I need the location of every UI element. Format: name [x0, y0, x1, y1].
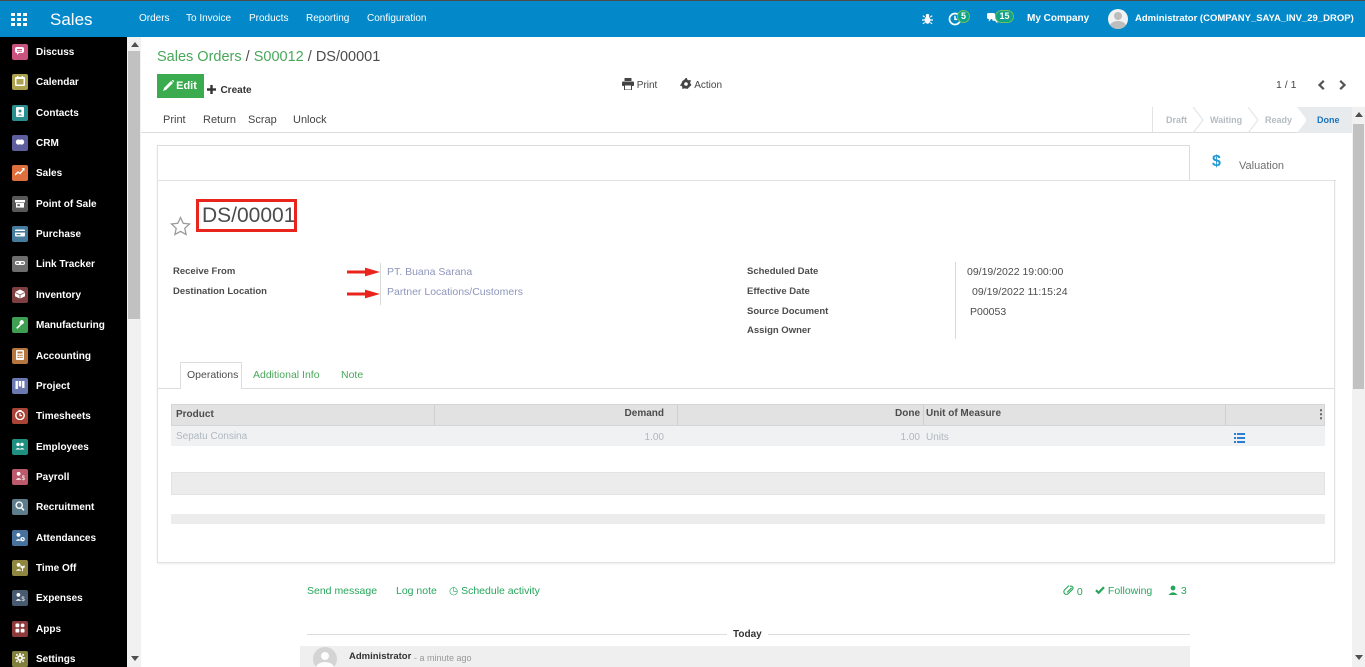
svg-text:$: $ — [22, 476, 25, 481]
svg-text:$: $ — [21, 597, 25, 602]
